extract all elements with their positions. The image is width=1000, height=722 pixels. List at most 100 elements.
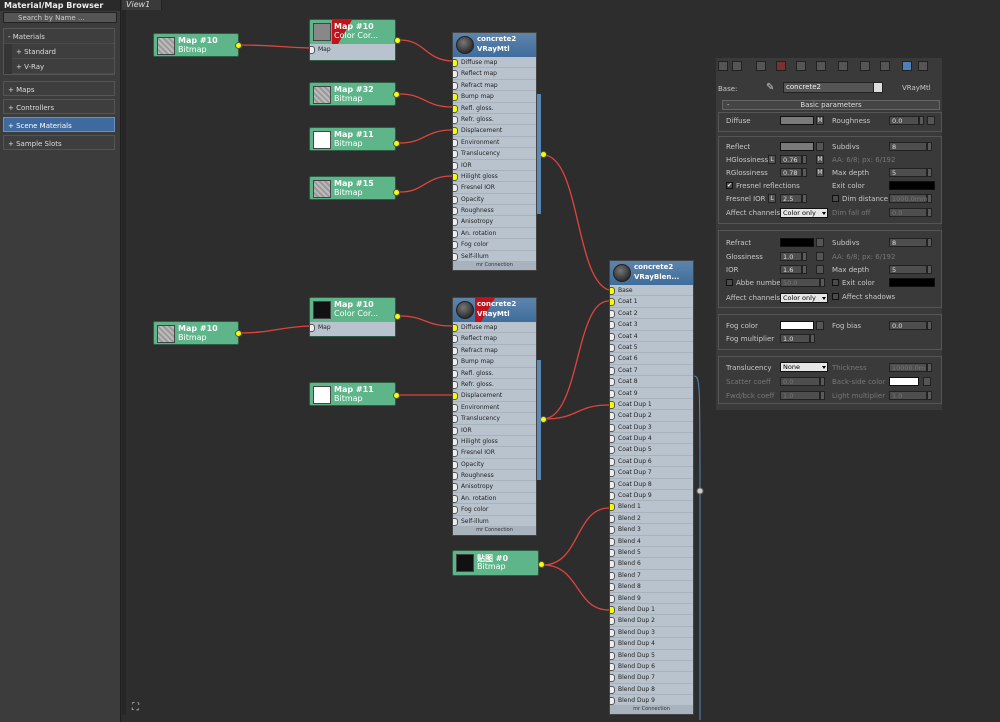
vraymtl-node-top[interactable]: concrete2 VRayMtl Diffuse map Reflect map… (452, 32, 547, 272)
parameter-editor-icon[interactable] (902, 61, 912, 71)
input-slot[interactable]: Blend Dup 5 (610, 650, 693, 661)
input-slot[interactable]: Blend Dup 3 (610, 627, 693, 639)
back-side-color-swatch[interactable] (889, 377, 919, 386)
input-slot[interactable]: Anisotropy (453, 216, 536, 228)
input-slot[interactable]: Refr. gloss. (453, 379, 536, 391)
output-port[interactable] (394, 37, 401, 44)
input-slot[interactable]: Coat Dup 4 (610, 433, 693, 445)
color-correction-node-top[interactable]: Map #10 Color Cor... Map (309, 19, 401, 61)
diffuse-swatch[interactable] (780, 116, 814, 125)
input-slot[interactable]: Roughness (453, 205, 536, 217)
dim-distance-spinner[interactable] (927, 194, 932, 203)
input-slot[interactable]: Coat Dup 9 (610, 490, 693, 502)
input-slot[interactable]: IOR (453, 425, 536, 436)
color-correction-node-mid[interactable]: Map #10 Color Cor... Map (309, 297, 401, 337)
translucency-dropdown[interactable]: None (780, 362, 828, 372)
input-slot[interactable]: Reflect map (453, 333, 536, 345)
input-slot[interactable]: Coat Dup 8 (610, 479, 693, 491)
input-slot[interactable]: Bump map (453, 356, 536, 368)
fresnel-ior-lock-button[interactable]: L (768, 194, 776, 203)
vraymtl-node-mid[interactable]: concrete2 VRayMtl Diffuse map Reflect map… (452, 297, 547, 537)
refract-map-button[interactable] (816, 238, 824, 247)
back-side-color-map-button[interactable] (923, 377, 931, 386)
input-slot[interactable]: Diffuse map (453, 57, 536, 69)
dim-distance-field[interactable]: 1000.0mm (889, 194, 927, 203)
input-slot[interactable]: Environment (453, 137, 536, 149)
input-slot[interactable]: Coat 4 (610, 331, 693, 342)
eyedropper-icon[interactable]: ✎ (766, 82, 774, 93)
bitmap-node-map0[interactable]: 贴图 #0 Bitmap (452, 550, 545, 576)
input-slot[interactable]: Refract map (453, 345, 536, 357)
refract-max-depth-spinner[interactable] (927, 265, 932, 274)
copy-material-icon[interactable] (756, 61, 766, 71)
input-slot[interactable]: Hilight gloss (453, 436, 536, 448)
refract-subdivs-spinner[interactable] (927, 238, 932, 247)
maps-group[interactable]: + Maps (3, 81, 115, 96)
thickness-field[interactable]: 10000.0m (889, 363, 927, 372)
navigator-icon[interactable] (918, 61, 928, 71)
fog-bias-field[interactable]: 0.0 (889, 321, 927, 330)
collapse-bar[interactable] (537, 360, 541, 480)
refract-exit-color-swatch[interactable] (889, 278, 935, 287)
input-slot[interactable]: Translucency (453, 148, 536, 160)
input-slot[interactable]: Coat Dup 7 (610, 467, 693, 479)
reflect-map-button[interactable] (816, 142, 824, 151)
input-slot[interactable]: Hilight gloss (453, 171, 536, 183)
input-slot[interactable]: Blend 5 (610, 547, 693, 559)
bitmap-node-map11-mid[interactable]: Map #11 Bitmap (309, 382, 400, 406)
input-slot[interactable]: Refl. gloss. (453, 103, 536, 114)
input-slot[interactable]: Coat 7 (610, 365, 693, 377)
dim-fall-off-spinner[interactable] (927, 208, 932, 217)
input-slot[interactable]: IOR (453, 160, 536, 171)
input-slot[interactable]: Self-illum (453, 516, 536, 528)
hglossiness-lock-button[interactable]: L (768, 155, 776, 164)
output-port[interactable] (235, 42, 242, 49)
fresnel-ior-spinner[interactable] (802, 194, 807, 203)
reflect-subdivs-spinner[interactable] (927, 142, 932, 151)
reflect-max-depth-spinner[interactable] (927, 168, 932, 177)
reflect-affect-channels-dropdown[interactable]: Color only (780, 208, 828, 218)
input-slot[interactable]: Coat 8 (610, 376, 693, 388)
fog-multiplier-spinner[interactable] (810, 334, 815, 343)
input-slot[interactable]: Coat Dup 3 (610, 422, 693, 434)
input-slot[interactable]: Coat Dup 6 (610, 456, 693, 468)
layout-children-icon[interactable] (816, 61, 826, 71)
reflect-swatch[interactable] (780, 142, 814, 151)
controllers-group[interactable]: + Controllers (3, 99, 115, 114)
roughness-field[interactable]: 0.0 (889, 116, 919, 125)
material-name-dropdown[interactable] (873, 82, 883, 93)
output-port[interactable] (393, 140, 400, 147)
fog-multiplier-field[interactable]: 1.0 (780, 334, 810, 343)
input-slot[interactable]: Blend 3 (610, 524, 693, 536)
input-slot[interactable]: Blend Dup 9 (610, 695, 693, 707)
materials-header[interactable]: - Materials (4, 29, 114, 44)
input-slot[interactable]: Coat 3 (610, 319, 693, 331)
output-port[interactable] (394, 313, 401, 320)
refract-swatch[interactable] (780, 238, 814, 247)
input-slot[interactable]: Displacement (453, 390, 536, 402)
input-slot[interactable]: Blend 7 (610, 570, 693, 582)
fresnel-ior-field[interactable]: 2.5 (780, 194, 802, 203)
dim-distance-checkbox[interactable] (832, 195, 839, 202)
vray-item[interactable]: + V-Ray (12, 59, 114, 74)
input-slot[interactable]: Reflect map (453, 68, 536, 80)
delete-icon[interactable] (776, 61, 786, 71)
bitmap-node-map11-top[interactable]: Map #11 Bitmap (309, 127, 400, 151)
hglossiness-map-button[interactable]: M (816, 155, 824, 164)
input-slot[interactable]: Blend Dup 1 (610, 604, 693, 616)
abbe-checkbox[interactable] (726, 279, 733, 286)
input-slot[interactable]: Bump map (453, 91, 536, 103)
input-slot[interactable]: Blend 2 (610, 513, 693, 525)
output-port[interactable] (393, 392, 400, 399)
input-slot[interactable]: Diffuse map (453, 322, 536, 334)
exit-color-checkbox[interactable] (832, 279, 839, 286)
fwd-bck-coeff-field[interactable]: 1.0 (780, 391, 820, 400)
input-slot[interactable]: Blend Dup 2 (610, 615, 693, 627)
view-tab[interactable]: View1 (122, 0, 162, 10)
bitmap-node-map15[interactable]: Map #15 Bitmap (309, 176, 400, 200)
output-port[interactable] (393, 189, 400, 196)
dim-fall-off-field[interactable]: 0.0 (889, 208, 927, 217)
scene-materials-group[interactable]: + Scene Materials (3, 117, 115, 132)
input-slot[interactable]: Base (610, 285, 693, 297)
mr-connection[interactable]: mr Connection (453, 527, 536, 536)
